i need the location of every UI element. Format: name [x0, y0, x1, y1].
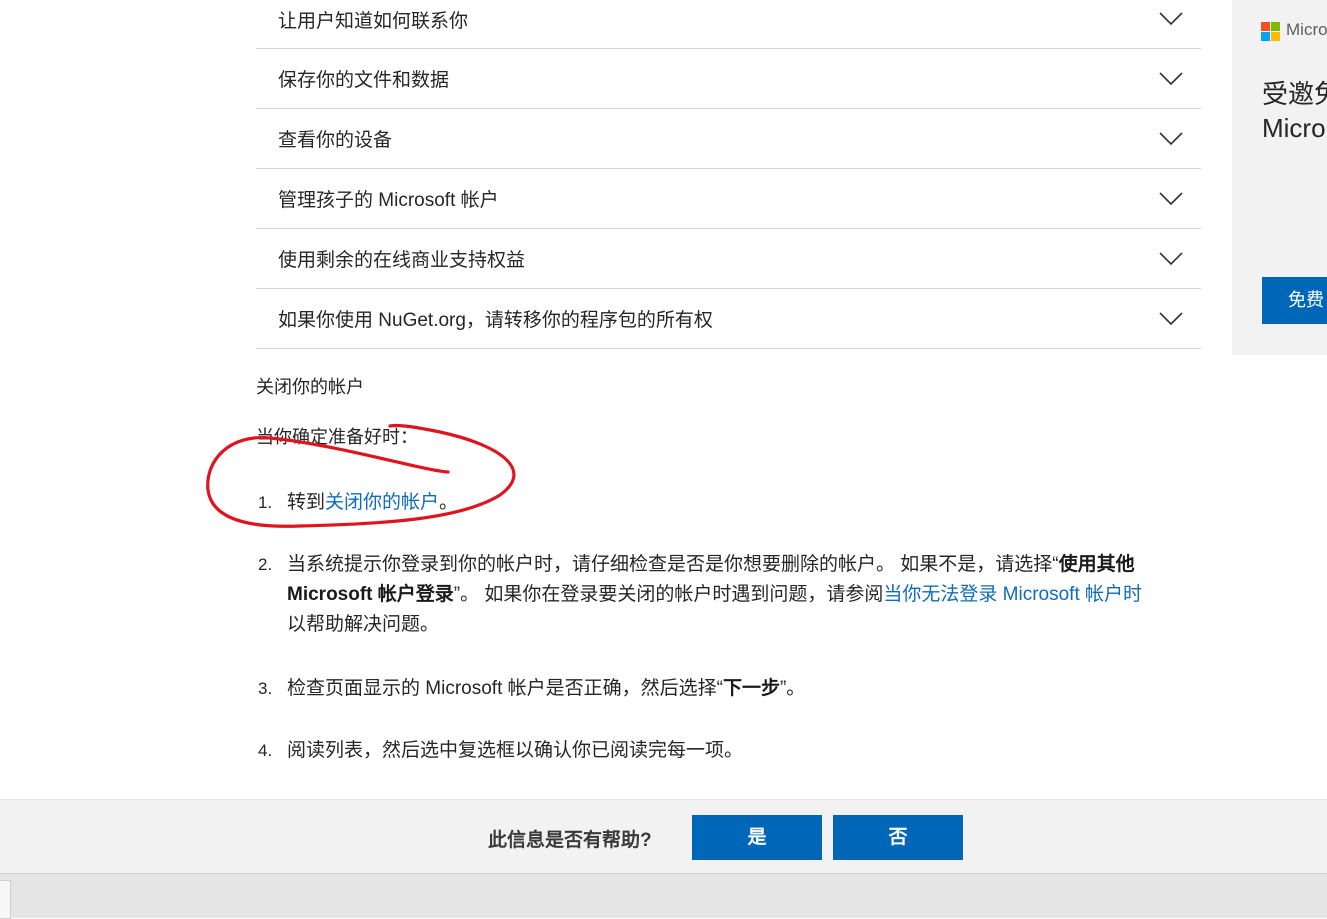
accordion-item-label: 查看你的设备	[278, 130, 393, 151]
close-account-link[interactable]: 关闭你的帐户	[325, 492, 439, 513]
promo-card: Micro 受邀免 Micro 免费	[1232, 0, 1327, 355]
step-bold-option: 使用其他	[1058, 554, 1135, 575]
accordion-item-label: 管理孩子的 Microsoft 帐户	[278, 190, 499, 211]
brand-name: Micro	[1286, 20, 1327, 39]
step-text: 当系统提示你登录到你的帐户时，请仔细检查是否是你想要删除的帐户。 如果不是，请选…	[287, 550, 1197, 640]
taskbar	[0, 873, 1327, 918]
step-text: 转到关闭你的帐户。	[287, 488, 1197, 518]
taskbar-tab[interactable]	[0, 880, 11, 919]
chevron-down-icon	[1159, 191, 1183, 205]
section-title: 关闭你的帐户	[256, 377, 364, 397]
promo-headline: 受邀免 Micro	[1262, 77, 1327, 145]
accordion-item-label: 保存你的文件和数据	[278, 70, 450, 91]
accordion-item-files[interactable]: 保存你的文件和数据	[256, 49, 1201, 109]
chevron-down-icon	[1159, 131, 1183, 145]
step-bold-option: 下一步	[722, 678, 780, 699]
step-text-line2: ”。 如果你在登录要关闭的帐户时遇到问题，请参阅	[453, 584, 884, 605]
chevron-down-icon	[1159, 251, 1183, 265]
step-text-line3: 以帮助解决问题。	[287, 614, 440, 635]
accordion-item-label: 让用户知道如何联系你	[278, 10, 469, 32]
step-text-line1: 当系统提示你登录到你的帐户时，请仔细检查是否是你想要删除的帐户。 如果不是，请选…	[287, 554, 1059, 575]
accordion-item-devices[interactable]: 查看你的设备	[256, 109, 1201, 169]
feedback-bar: 此信息是否有帮助? 是 否	[0, 799, 1327, 874]
accordion-list: 让用户知道如何联系你 保存你的文件和数据 查看你的设备 管理孩子的 Micros…	[256, 0, 1201, 349]
accordion-item-child-account[interactable]: 管理孩子的 Microsoft 帐户	[256, 169, 1201, 229]
accordion-item-label: 使用剩余的在线商业支持权益	[278, 250, 526, 271]
step-number: 3.	[258, 679, 273, 698]
accordion-item-label: 如果你使用 NuGet.org，请转移你的程序包的所有权	[278, 310, 713, 331]
step-text-suffix: 。	[439, 492, 459, 513]
accordion-item-nuget[interactable]: 如果你使用 NuGet.org，请转移你的程序包的所有权	[256, 289, 1201, 349]
feedback-no-button[interactable]: 否	[833, 815, 963, 860]
accordion-item-contact[interactable]: 让用户知道如何联系你	[256, 0, 1201, 49]
step-bold-option: Microsoft 帐户登录	[287, 584, 454, 605]
promo-headline-line1: 受邀免	[1262, 79, 1327, 109]
intro-text: 当你确定准备好时：	[256, 427, 418, 447]
step-text: 阅读列表，然后选中复选框以确认你已阅读完每一项。	[287, 740, 744, 761]
chevron-down-icon	[1159, 12, 1183, 26]
step-text-prefix: 转到	[287, 492, 326, 513]
step-number: 1.	[258, 493, 273, 512]
feedback-question: 此信息是否有帮助?	[488, 830, 652, 851]
promo-free-button[interactable]: 免费	[1262, 277, 1327, 324]
microsoft-logo-icon	[1261, 22, 1280, 41]
accordion-item-support-benefits[interactable]: 使用剩余的在线商业支持权益	[256, 229, 1201, 289]
step-number: 2.	[258, 555, 273, 574]
feedback-yes-button[interactable]: 是	[692, 815, 822, 860]
step-text-suffix: ”。	[779, 678, 806, 699]
step-number: 4.	[258, 741, 273, 760]
chevron-down-icon	[1159, 311, 1183, 325]
step-text-prefix: 检查页面显示的 Microsoft 帐户是否正确，然后选择“	[287, 678, 723, 699]
step-text: 检查页面显示的 Microsoft 帐户是否正确，然后选择“下一步”。	[287, 674, 1197, 704]
chevron-down-icon	[1159, 71, 1183, 85]
cant-sign-in-link[interactable]: 当你无法登录 Microsoft 帐户时	[883, 584, 1142, 605]
promo-headline-line2: Micro	[1262, 113, 1326, 143]
